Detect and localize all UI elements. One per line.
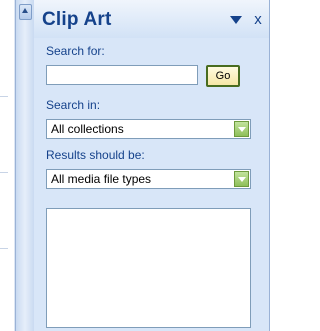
chevron-down-icon[interactable] bbox=[234, 121, 249, 137]
results-type-select[interactable]: All media file types bbox=[46, 169, 251, 189]
scroll-up-icon[interactable] bbox=[19, 4, 32, 20]
search-for-label: Search for: bbox=[46, 44, 105, 58]
search-input[interactable] bbox=[46, 65, 198, 85]
go-button[interactable]: Go bbox=[206, 65, 240, 87]
search-in-value: All collections bbox=[51, 122, 124, 136]
results-list[interactable] bbox=[46, 208, 251, 328]
close-icon[interactable]: x bbox=[250, 11, 266, 29]
pane-menu-chevron-down-icon[interactable] bbox=[230, 16, 242, 24]
clip-art-window: Clip Art x Search for: Go Search in: All… bbox=[0, 0, 274, 331]
chevron-down-icon[interactable] bbox=[234, 171, 249, 187]
vertical-scrollbar[interactable] bbox=[15, 0, 35, 331]
clip-art-task-pane: Clip Art x Search for: Go Search in: All… bbox=[34, 0, 270, 331]
document-edge bbox=[0, 0, 15, 331]
pane-header: Clip Art x bbox=[34, 0, 269, 38]
results-type-value: All media file types bbox=[51, 172, 152, 186]
pane-title: Clip Art bbox=[42, 9, 112, 30]
search-in-select[interactable]: All collections bbox=[46, 119, 251, 139]
results-should-be-label: Results should be: bbox=[46, 148, 145, 162]
search-in-label: Search in: bbox=[46, 98, 101, 112]
